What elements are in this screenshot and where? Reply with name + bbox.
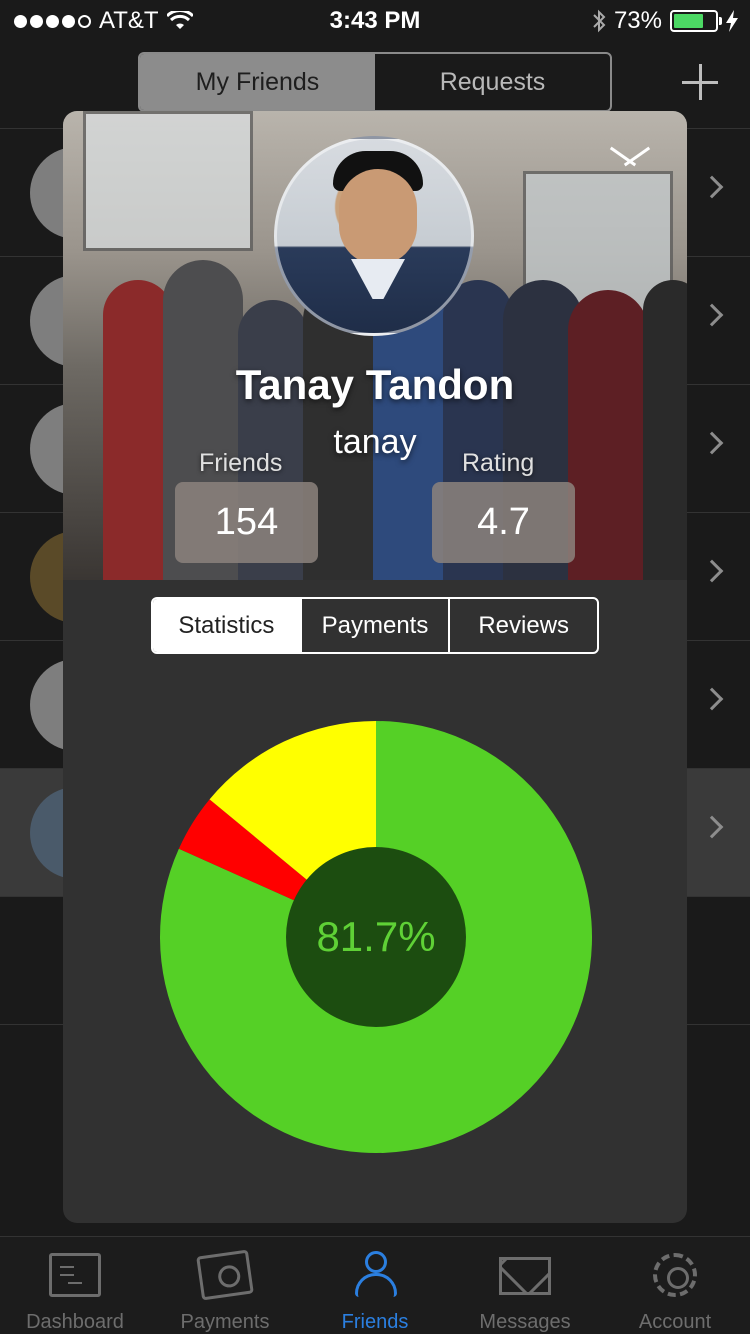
tab-my-friends[interactable]: My Friends: [140, 54, 375, 110]
rating-value[interactable]: 4.7: [432, 482, 575, 563]
profile-avatar: [274, 136, 474, 336]
tab-label: Messages: [479, 1311, 571, 1333]
tab-bar: Dashboard Payments Friends Messages Acco…: [0, 1236, 750, 1334]
battery-percent: 73%: [613, 7, 662, 34]
tab-dashboard[interactable]: Dashboard: [0, 1237, 150, 1334]
chevron-right-icon: [700, 175, 724, 199]
chevron-right-icon: [700, 431, 724, 455]
chevron-right-icon: [700, 559, 724, 583]
rating-label: Rating: [462, 449, 535, 477]
charging-icon: [726, 10, 738, 32]
friends-count[interactable]: 154: [175, 482, 318, 563]
chevron-right-icon: [700, 303, 724, 327]
payments-icon: [196, 1249, 254, 1301]
tab-label: Dashboard: [26, 1311, 124, 1333]
tab-account[interactable]: Account: [600, 1237, 750, 1334]
tab-friends[interactable]: Friends: [300, 1237, 450, 1334]
statistics-donut-chart: 81.7%: [159, 721, 592, 1153]
chevron-down-icon[interactable]: [607, 141, 653, 171]
bluetooth-icon: [593, 9, 606, 33]
dashboard-icon: [49, 1253, 101, 1297]
tab-label: Payments: [180, 1311, 270, 1333]
profile-username: tanay: [333, 423, 417, 461]
donut-center-label: 81.7%: [316, 913, 436, 960]
status-bar: AT&T 3:43 PM 73%: [0, 0, 750, 40]
tab-payments[interactable]: Payments: [299, 599, 449, 652]
tab-label: Account: [638, 1311, 712, 1333]
plus-icon[interactable]: [682, 64, 718, 100]
status-right: 73%: [592, 7, 738, 35]
tab-label: Friends: [341, 1311, 409, 1333]
profile-segmented-control: Statistics Payments Reviews: [151, 597, 599, 654]
chevron-right-icon: [700, 687, 724, 711]
friends-label: Friends: [199, 449, 283, 477]
profile-card: Tanay Tandon tanay Friends Rating 154 4.…: [63, 111, 687, 1223]
tab-reviews[interactable]: Reviews: [448, 599, 597, 652]
tab-messages[interactable]: Messages: [450, 1237, 600, 1334]
profile-name: Tanay Tandon: [235, 361, 515, 408]
messages-icon: [499, 1257, 551, 1295]
friends-segmented-control: My Friends Requests: [138, 52, 612, 112]
tab-statistics[interactable]: Statistics: [153, 599, 300, 652]
tab-requests[interactable]: Requests: [375, 54, 610, 110]
gear-icon: [653, 1253, 697, 1297]
battery-icon: [670, 10, 722, 32]
chevron-right-icon: [700, 815, 724, 839]
tab-payments-nav[interactable]: Payments: [150, 1237, 300, 1334]
friends-icon: [347, 1251, 403, 1299]
